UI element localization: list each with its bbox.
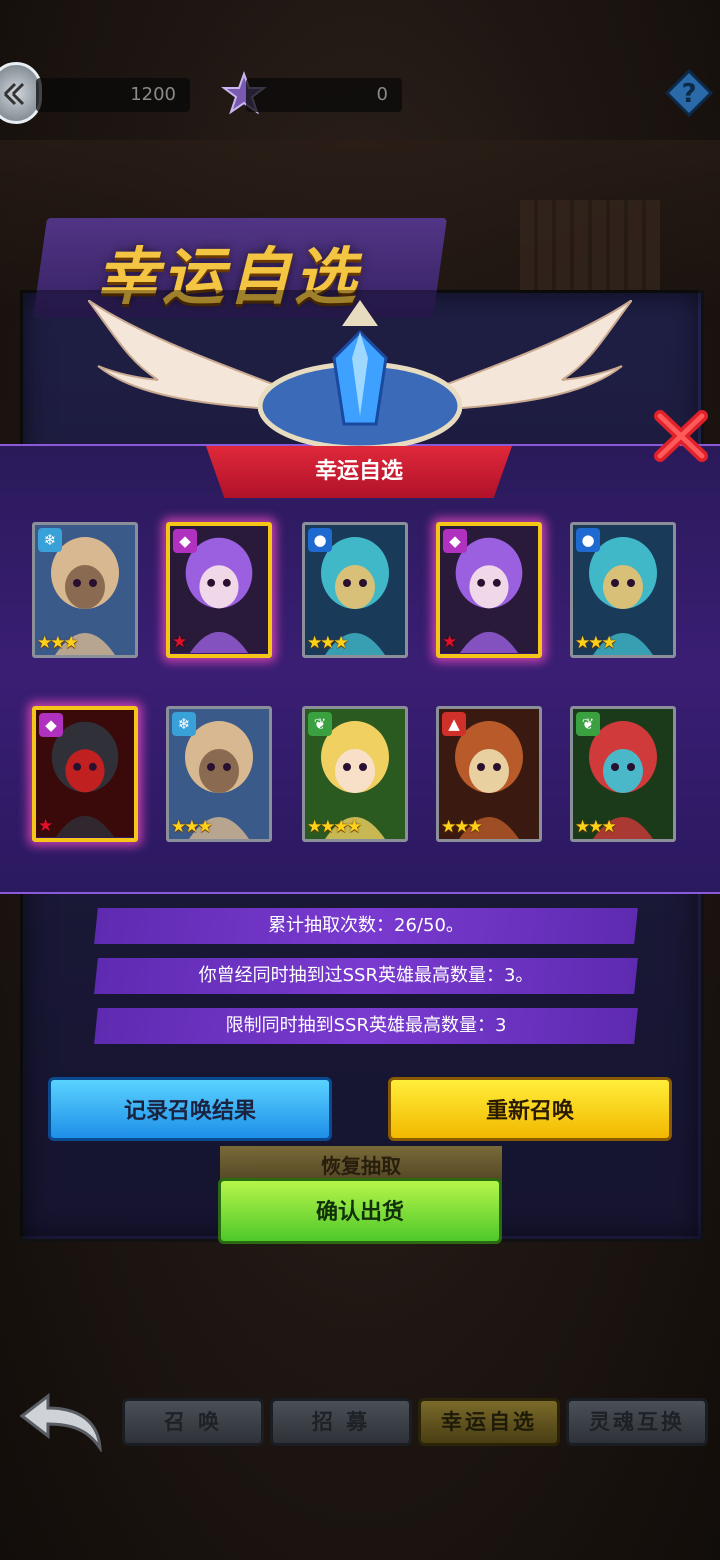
- crystal-emblem-icon: [258, 300, 462, 446]
- hero-card-horned-beast-hero[interactable]: ❄ ★★★: [166, 706, 272, 842]
- star-rating: ★★★: [441, 817, 483, 837]
- hero-card-purple-hair-girl[interactable]: ◆ ★: [436, 522, 542, 658]
- hero-card-horned-beast-hero[interactable]: ❄ ★★★: [32, 522, 138, 658]
- star-rating: ★★★: [37, 633, 79, 653]
- back-arrow-icon[interactable]: [14, 1392, 106, 1452]
- dark-element-icon: ◆: [173, 529, 197, 553]
- hero-card-minotaur[interactable]: ▲ ★★★: [436, 706, 542, 842]
- ice-element-icon: ❄: [38, 528, 62, 552]
- dark-element-icon: ◆: [39, 713, 63, 737]
- water-element-icon: ●: [576, 528, 600, 552]
- star-rating: ★★★★: [307, 817, 362, 837]
- star-rating: ★★★: [307, 633, 349, 653]
- record-summon-button[interactable]: 记录召唤结果: [48, 1077, 332, 1141]
- star-rating: ★: [442, 632, 457, 652]
- ice-element-icon: ❄: [172, 712, 196, 736]
- star-rating: ★★★: [575, 633, 617, 653]
- dark-element-icon: ◆: [443, 529, 467, 553]
- double-chevron-icon: [3, 82, 25, 106]
- nature-element-icon: ❦: [576, 712, 600, 736]
- tab-summon[interactable]: 召 唤: [122, 1398, 264, 1446]
- nature-element-icon: ❦: [308, 712, 332, 736]
- ssr-limit-text: 限制同时抽到SSR英雄最高数量：3: [225, 1015, 507, 1036]
- ribbon-title: 幸运自选: [314, 459, 403, 484]
- fire-element-icon: ▲: [442, 712, 466, 736]
- max-ssr-record-text: 你曾经同时抽到过SSR英雄最高数量：3。: [198, 965, 534, 986]
- hero-card-masked-water-warrior[interactable]: ● ★★★: [570, 522, 676, 658]
- hero-card-purple-hair-girl[interactable]: ◆ ★: [166, 522, 272, 658]
- tab-recruit[interactable]: 招 募: [270, 1398, 412, 1446]
- star-counter: 0: [246, 78, 402, 112]
- star-rating: ★: [38, 816, 53, 836]
- star-rating: ★★★: [575, 817, 617, 837]
- svg-text:?: ?: [681, 79, 696, 109]
- help-icon[interactable]: ?: [664, 68, 714, 118]
- hero-card-blonde-girl[interactable]: ❦ ★★★★: [302, 706, 408, 842]
- resummon-button[interactable]: 重新召唤: [388, 1077, 672, 1141]
- hero-card-mushroom-creature[interactable]: ❦ ★★★: [570, 706, 676, 842]
- total-draws-text: 累计抽取次数：26/50。: [268, 915, 464, 936]
- gem-counter: 1200: [36, 78, 190, 112]
- hero-card-dark-armored-vampire[interactable]: ◆ ★: [32, 706, 138, 842]
- right-wing-icon: [432, 300, 632, 410]
- star-rating: ★★★: [171, 817, 213, 837]
- close-icon[interactable]: [650, 406, 712, 466]
- tab-lucky-pick[interactable]: 幸运自选: [418, 1398, 560, 1446]
- hero-card-masked-water-warrior[interactable]: ● ★★★: [302, 522, 408, 658]
- tab-soul-swap[interactable]: 灵魂互换: [566, 1398, 708, 1446]
- confirm-button[interactable]: 确认出货: [218, 1178, 502, 1244]
- water-element-icon: ●: [308, 528, 332, 552]
- star-rating: ★: [172, 632, 187, 652]
